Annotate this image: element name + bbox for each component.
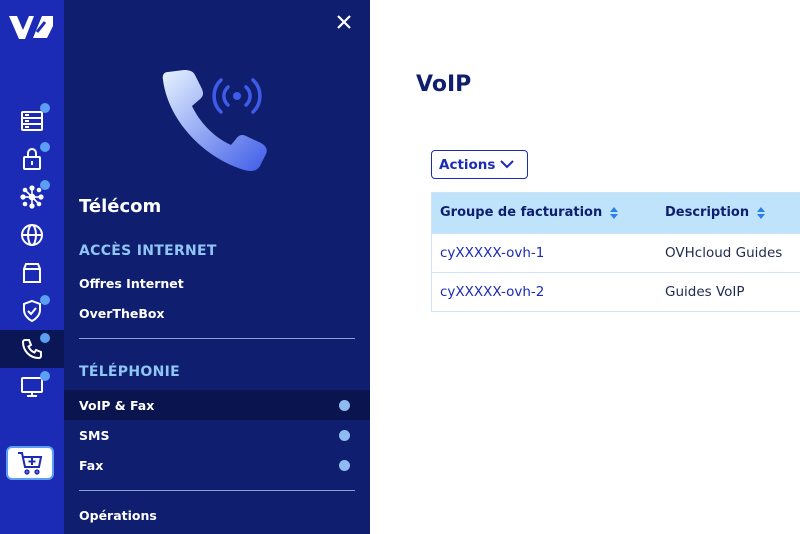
- notification-dot: [40, 333, 50, 343]
- rail-item-security-shield[interactable]: [0, 292, 64, 330]
- close-icon[interactable]: [334, 12, 354, 32]
- column-header-billing-group[interactable]: Groupe de facturation: [440, 205, 619, 220]
- billing-group-link[interactable]: cyXXXXX-ovh-1: [440, 245, 544, 261]
- billing-groups-table: Groupe de facturation Description cyXXXX…: [431, 192, 800, 312]
- menu-link-operations[interactable]: Opérations: [64, 500, 370, 530]
- page-title: VoIP: [416, 72, 472, 97]
- actions-dropdown-button[interactable]: Actions: [431, 150, 528, 179]
- menu-link-fax[interactable]: Fax: [64, 450, 370, 480]
- icon-rail: [0, 0, 64, 534]
- chevron-down-icon: [500, 160, 514, 169]
- sort-icon: [757, 206, 766, 219]
- description-cell: Guides VoIP: [665, 284, 745, 300]
- table-row: cyXXXXX-ovh-1 OVHcloud Guides: [432, 233, 800, 272]
- cart-button[interactable]: [6, 446, 54, 480]
- menu-link-label: Fax: [79, 457, 104, 473]
- table-header: Groupe de facturation Description: [432, 193, 800, 233]
- menu-divider: [79, 338, 355, 339]
- lock-icon: [23, 148, 41, 170]
- package-icon: [23, 263, 41, 283]
- menu-link-label: Offres Internet: [79, 275, 184, 291]
- rail-item-web[interactable]: [0, 216, 64, 254]
- menu-link-overthebox[interactable]: OverTheBox: [64, 298, 370, 328]
- column-header-label: Groupe de facturation: [440, 205, 603, 220]
- rail-item-desktop[interactable]: [0, 368, 64, 406]
- ovhcloud-logo-icon[interactable]: [7, 10, 55, 44]
- menu-link-label: VoIP & Fax: [79, 397, 155, 413]
- menu-link-label: OverTheBox: [79, 305, 165, 321]
- notification-dot: [40, 103, 50, 113]
- notification-dot: [339, 430, 350, 441]
- description-cell: OVHcloud Guides: [665, 245, 783, 261]
- notification-dot: [339, 460, 350, 471]
- billing-group-link[interactable]: cyXXXXX-ovh-2: [440, 284, 544, 300]
- menu-divider: [79, 490, 355, 491]
- rail-item-bare-metal[interactable]: [0, 102, 64, 140]
- notification-dot: [40, 371, 50, 381]
- server-icon: [21, 111, 43, 131]
- globe-icon: [21, 224, 43, 246]
- menu-link-label: Opérations: [79, 507, 157, 523]
- menu-title: Télécom: [79, 196, 162, 217]
- table-row: cyXXXXX-ovh-2 Guides VoIP: [432, 272, 800, 311]
- notification-dot: [40, 180, 50, 190]
- menu-link-sms[interactable]: SMS: [64, 420, 370, 450]
- menu-link-label: SMS: [79, 427, 110, 443]
- menu-link-voip-fax[interactable]: VoIP & Fax: [64, 390, 370, 420]
- telecom-menu: Télécom ACCÈS INTERNET Offres Internet O…: [64, 0, 370, 534]
- notification-dot: [40, 295, 50, 305]
- rail-item-security[interactable]: [0, 140, 64, 178]
- notification-dot: [339, 400, 350, 411]
- network-icon: [20, 185, 44, 209]
- sort-icon: [610, 206, 619, 219]
- menu-link-offres-internet[interactable]: Offres Internet: [64, 268, 370, 298]
- column-header-description[interactable]: Description: [665, 205, 766, 220]
- section-title-telephonie: TÉLÉPHONIE: [79, 364, 180, 380]
- rail-item-telecom[interactable]: [0, 330, 64, 368]
- rail-item-network[interactable]: [0, 178, 64, 216]
- actions-label: Actions: [439, 156, 496, 173]
- cart-plus-icon: [18, 452, 43, 475]
- telephone-illustration-icon: [160, 66, 272, 176]
- notification-dot: [40, 142, 50, 152]
- column-header-label: Description: [665, 205, 750, 220]
- rail-item-hosting[interactable]: [0, 254, 64, 292]
- main-content: VoIP Actions Groupe de facturation Descr…: [370, 0, 800, 534]
- section-title-internet: ACCÈS INTERNET: [79, 243, 217, 259]
